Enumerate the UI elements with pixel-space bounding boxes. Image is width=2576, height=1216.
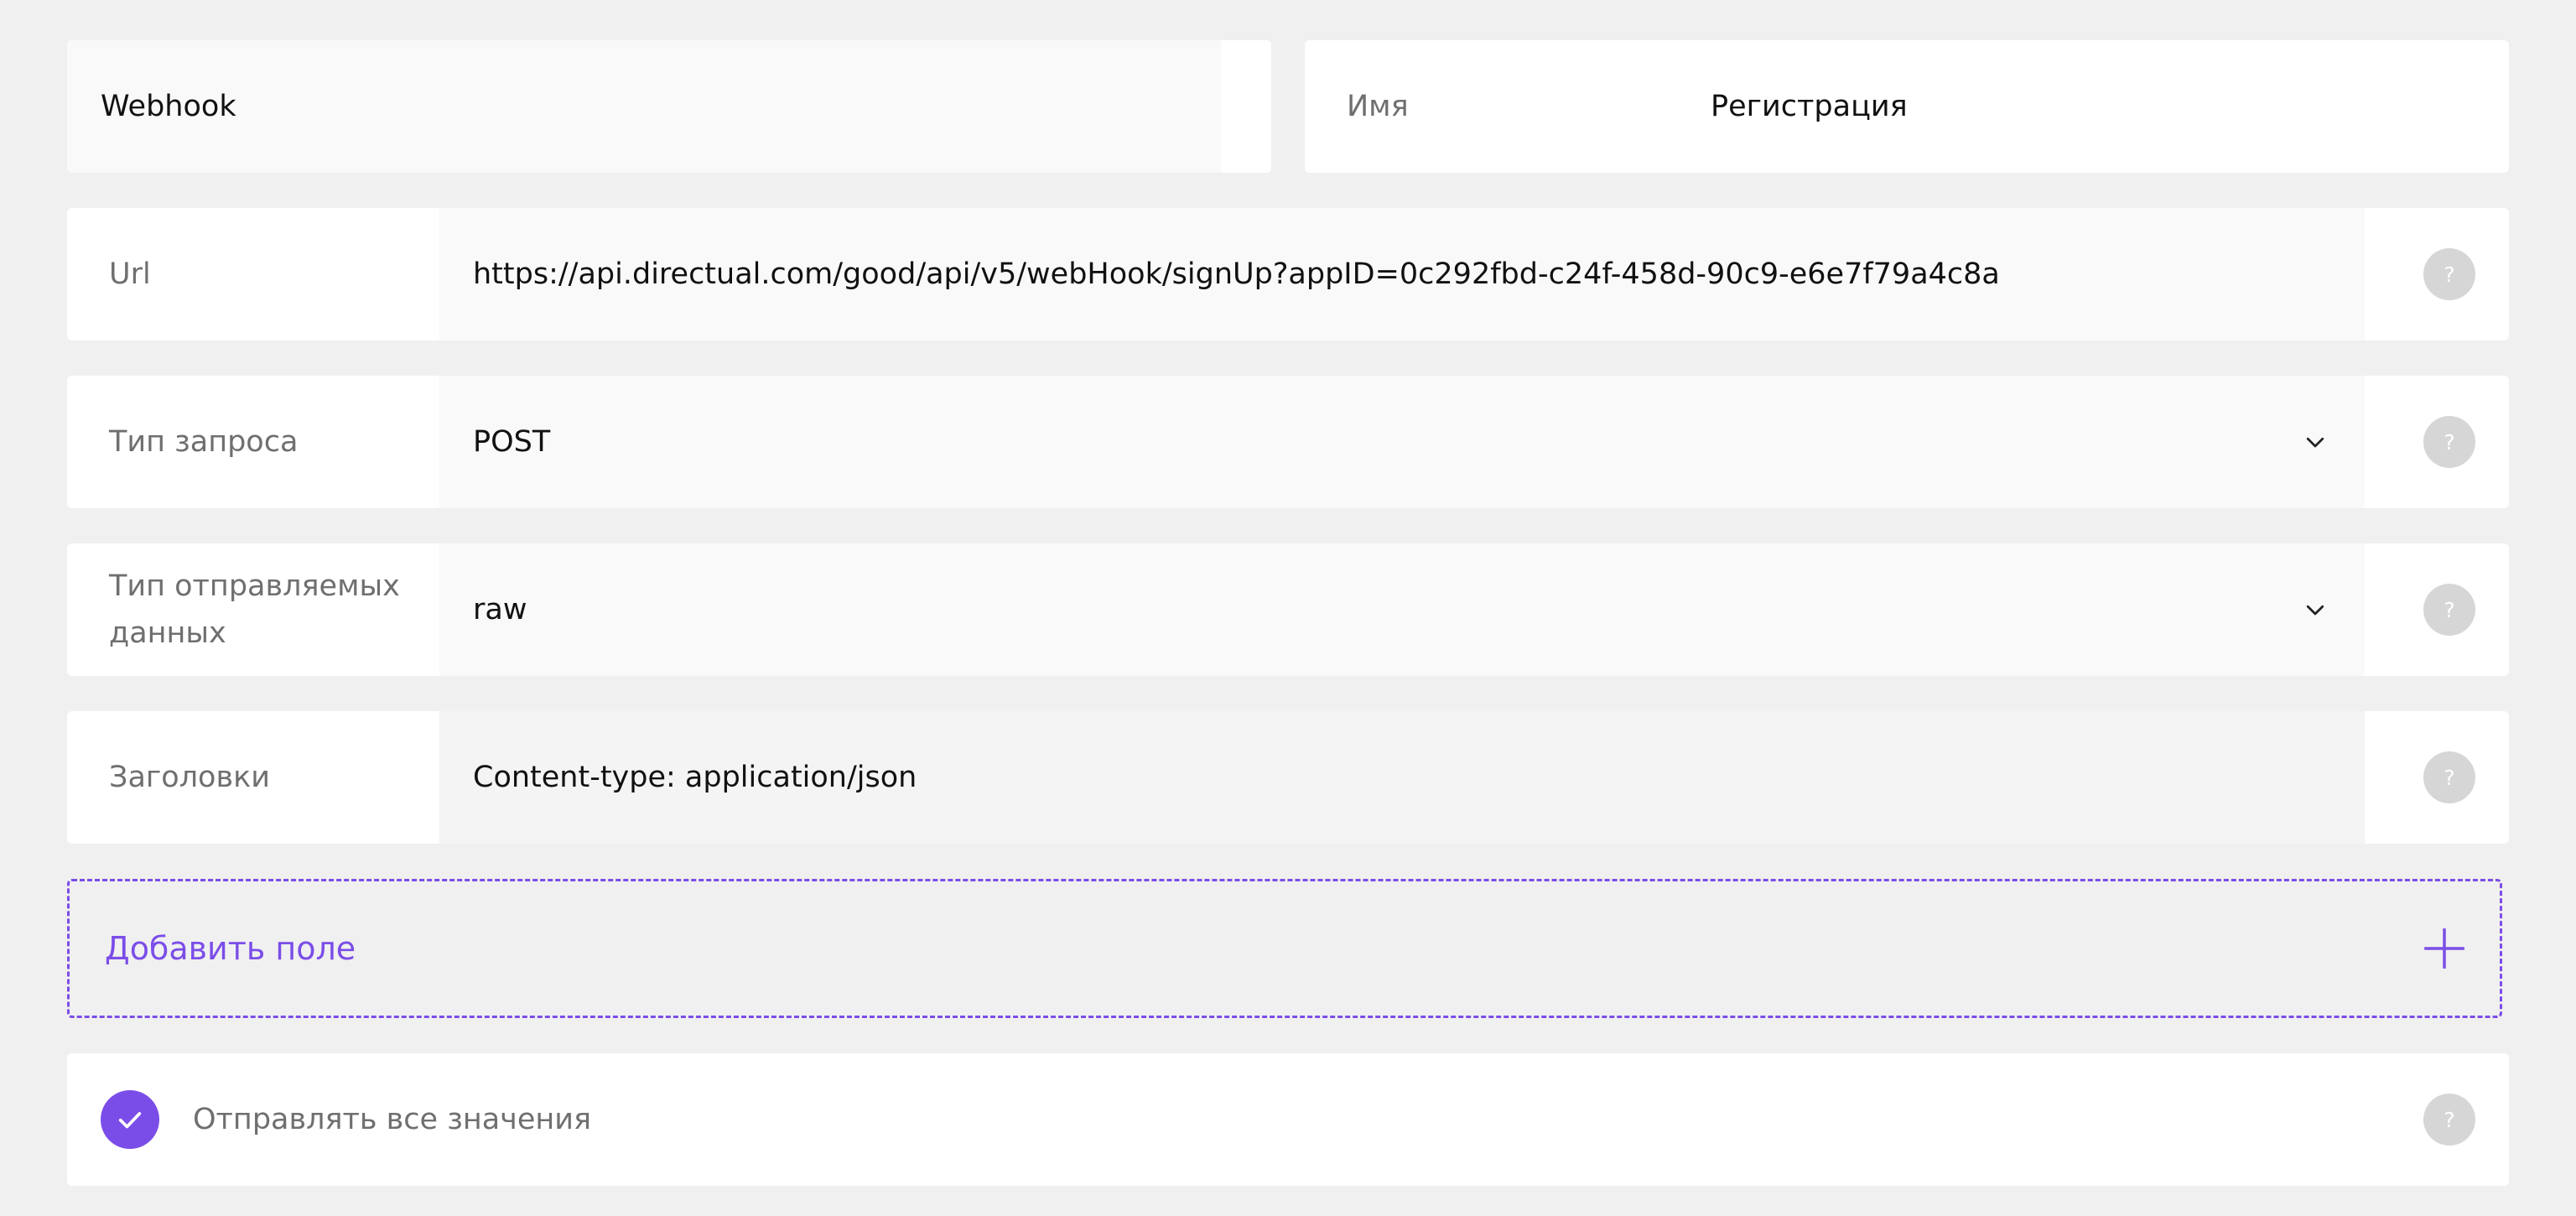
headers-field: Заголовки Content-type: application/json…	[67, 711, 2509, 844]
webhook-type-select[interactable]: Webhook	[67, 40, 1271, 173]
request-type-label: Тип запроса	[109, 425, 299, 459]
webhook-type-value: Webhook	[101, 90, 236, 123]
data-type-label: Тип отправляемых данных	[109, 569, 400, 650]
send-all-help-button[interactable]: ?	[2423, 1094, 2475, 1146]
url-field: Url https://api.directual.com/good/api/v…	[67, 208, 2509, 340]
data-type-select[interactable]: raw	[439, 543, 2365, 676]
name-field: Имя Регистрация	[1305, 40, 2509, 173]
data-type-value: raw	[473, 593, 527, 626]
data-type-help-button[interactable]: ?	[2423, 584, 2475, 636]
plus-icon	[2424, 928, 2464, 969]
url-help-button[interactable]: ?	[2423, 248, 2475, 300]
request-type-field: Тип запроса POST ?	[67, 376, 2509, 508]
url-label: Url	[109, 257, 151, 291]
check-icon	[118, 1112, 142, 1129]
send-all-label: Отправлять все значения	[193, 1103, 592, 1136]
request-type-help-button[interactable]: ?	[2423, 416, 2475, 468]
request-type-select[interactable]: POST	[439, 376, 2365, 508]
headers-help-button[interactable]: ?	[2423, 751, 2475, 803]
data-type-field: Тип отправляемых данных raw ?	[67, 543, 2509, 676]
add-field-label: Добавить поле	[105, 930, 356, 967]
send-all-checkbox[interactable]	[101, 1090, 159, 1149]
send-all-field: Отправлять все значения ?	[67, 1053, 2509, 1186]
chevron-down-icon	[2306, 605, 2324, 616]
name-field-label: Имя	[1347, 90, 1409, 123]
headers-label: Заголовки	[109, 761, 270, 794]
chevron-down-icon	[2306, 437, 2324, 448]
url-input[interactable]: https://api.directual.com/good/api/v5/we…	[439, 208, 2365, 340]
name-input[interactable]: Регистрация	[1677, 40, 2459, 173]
request-type-value: POST	[473, 425, 551, 459]
headers-input[interactable]: Content-type: application/json	[439, 711, 2365, 844]
add-field-button[interactable]: Добавить поле	[67, 879, 2502, 1018]
